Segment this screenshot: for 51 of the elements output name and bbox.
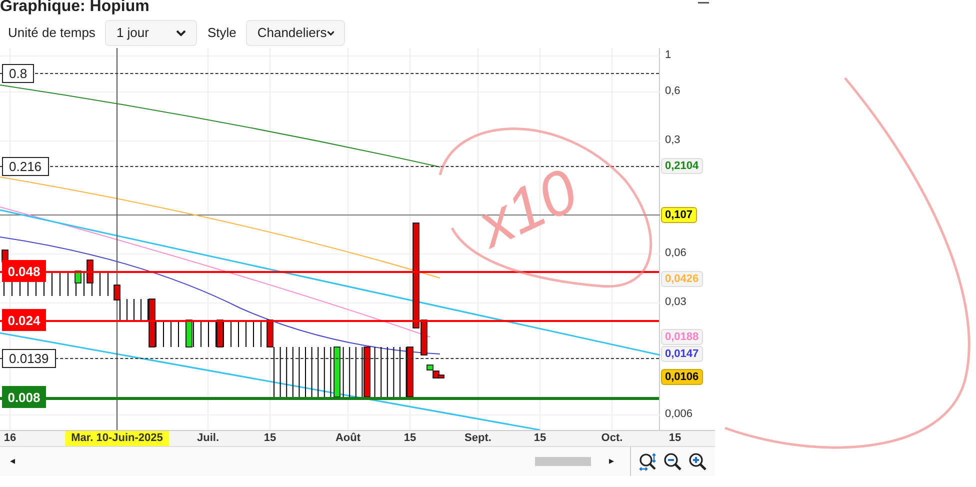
- date-label: Oct.: [601, 431, 623, 446]
- date-label: Mar. 10-Juin-2025: [65, 431, 169, 446]
- level-label: 0.216: [2, 157, 49, 176]
- price-tag: 0,2104: [661, 158, 703, 174]
- candle: [86, 260, 94, 284]
- price-tag: 0,0106: [661, 369, 703, 385]
- axis-tick-label: 0,6: [665, 86, 680, 97]
- price-tag: 0,0147: [661, 346, 703, 362]
- scroll-right-button[interactable]: ▸: [609, 454, 614, 469]
- axis-tick-label: 1: [665, 50, 672, 61]
- zoom-fit-icon[interactable]: [638, 452, 658, 472]
- zoom-in-icon[interactable]: [688, 452, 708, 472]
- level-label: 0.0139: [2, 349, 56, 368]
- date-label: Août: [335, 431, 361, 446]
- chevron-down-icon: [176, 30, 186, 36]
- price-tag: 0,0426: [661, 271, 703, 287]
- candle: [266, 320, 274, 348]
- level-label: 0.8: [2, 64, 34, 83]
- axis-tick-label: 0,006: [665, 409, 693, 420]
- date-label: 16: [4, 431, 16, 446]
- date-label: 15: [404, 431, 416, 446]
- level-label: 0.048: [2, 260, 46, 282]
- candle: [334, 346, 340, 398]
- level-label: 0.024: [2, 309, 46, 331]
- price-tag: 0,107: [661, 207, 697, 223]
- control-label: Unité de temps: [8, 24, 96, 42]
- scrollbar-thumb[interactable]: [535, 457, 591, 466]
- date-label: Sept.: [464, 431, 492, 446]
- candle: [364, 346, 370, 398]
- candle: [186, 320, 192, 348]
- dropdown[interactable]: 1 jour: [105, 20, 198, 46]
- minimize-icon[interactable]: [698, 2, 709, 5]
- date-label: Juil.: [197, 431, 219, 446]
- chevron-down-icon: [326, 30, 334, 36]
- axis-tick-label: 0,3: [665, 135, 680, 146]
- handwritten-note: x10: [470, 160, 586, 258]
- axis-tick-label: 0,03: [665, 297, 686, 308]
- candle: [148, 298, 156, 348]
- axis-tick-label: 0,06: [665, 248, 686, 259]
- date-label: 15: [264, 431, 276, 446]
- zoom-out-icon[interactable]: [663, 452, 683, 472]
- candle: [406, 346, 414, 398]
- candle: [114, 284, 120, 300]
- date-label: 15: [668, 431, 682, 446]
- dropdown[interactable]: Chandeliers: [246, 20, 346, 46]
- price-tag: 0,0188: [661, 329, 703, 345]
- level-label: 0.008: [2, 386, 46, 408]
- control-label: Style: [207, 24, 236, 42]
- scroll-left-button[interactable]: ◂: [10, 454, 15, 469]
- date-label: 15: [534, 431, 546, 446]
- candle: [216, 320, 224, 348]
